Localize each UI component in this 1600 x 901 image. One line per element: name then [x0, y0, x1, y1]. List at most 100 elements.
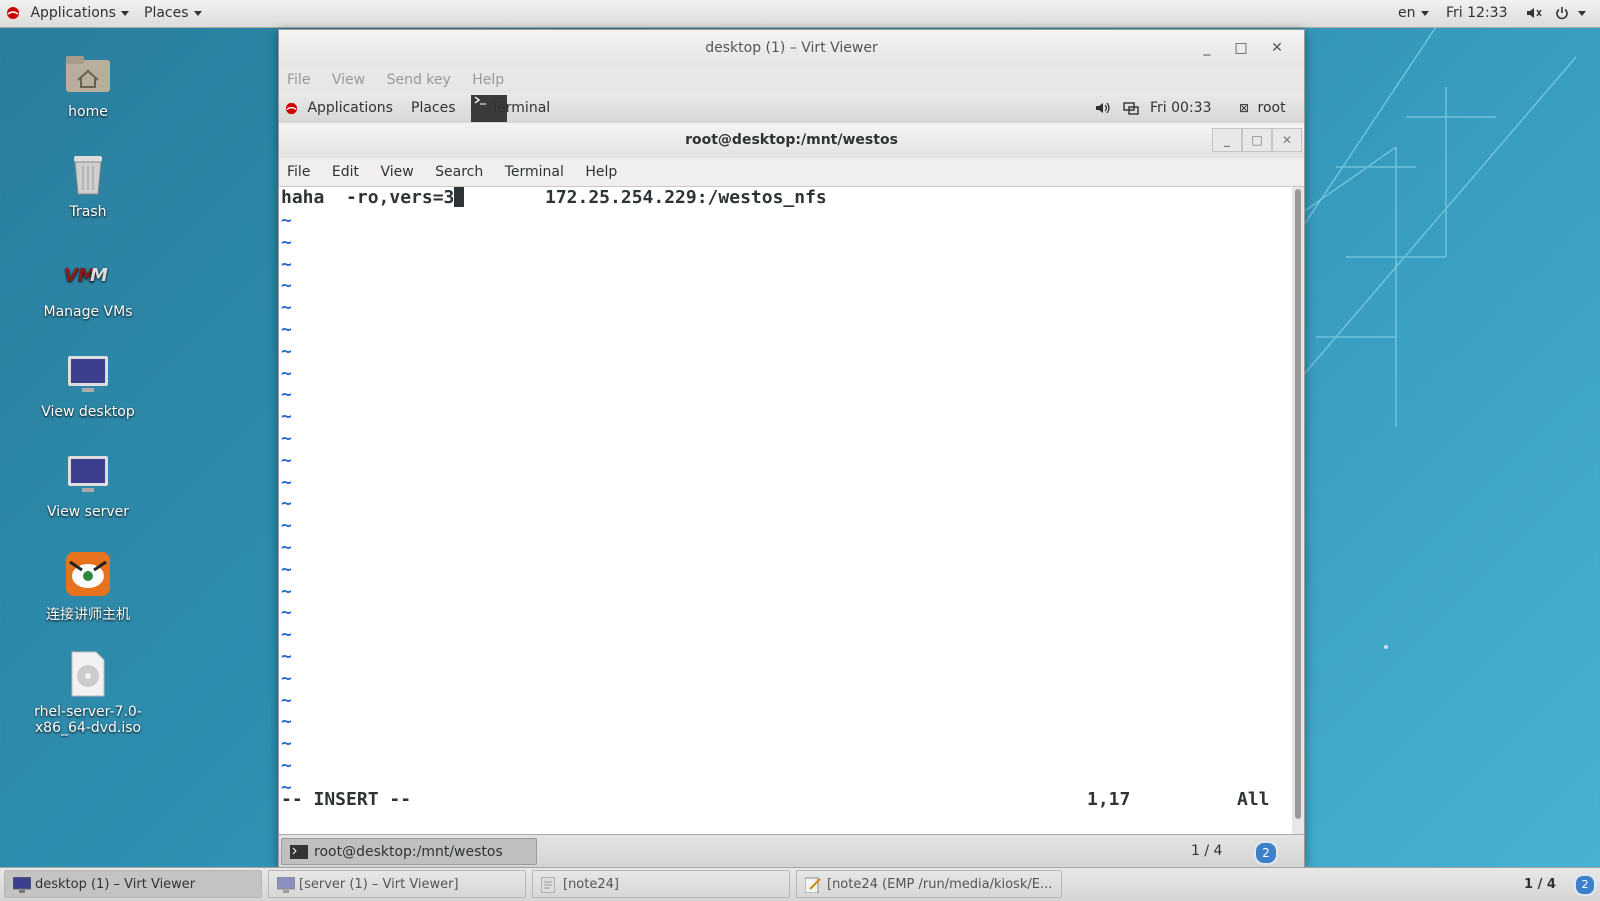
term-menu-terminal[interactable]: Terminal [505, 164, 564, 180]
task-desktop-virt-viewer[interactable]: desktop (1) – Virt Viewer [4, 870, 262, 898]
text-cursor [454, 187, 465, 207]
host-top-bar: Applications Places en Fri 12:33 [0, 0, 1600, 28]
guest-network-icon[interactable] [1123, 94, 1139, 123]
desktop-icon-label: View server [47, 504, 129, 520]
vim-tilde: ~ [281, 602, 292, 624]
vim-tilde: ~ [281, 515, 292, 537]
chevron-down-icon [120, 10, 129, 16]
terminal-icon [474, 96, 486, 105]
monitor-icon [64, 450, 112, 498]
menu-view[interactable]: View [332, 72, 365, 88]
terminal-scrollbar[interactable] [1292, 187, 1304, 834]
menu-help[interactable]: Help [472, 72, 504, 88]
trash-icon [64, 150, 112, 198]
terminal-minimize-button[interactable]: _ [1212, 128, 1242, 152]
terminal-titlebar[interactable]: root@desktop:/mnt/westos _ □ ✕ [279, 123, 1304, 158]
task-label: desktop (1) – Virt Viewer [35, 877, 196, 892]
vim-tilde: ~ [281, 667, 292, 689]
task-server-virt-viewer[interactable]: [server (1) – Virt Viewer] [268, 870, 526, 898]
vim-scroll-indicator: All [1237, 789, 1270, 810]
desktop-icon-manage-vms[interactable]: VM M Manage VMs [28, 250, 148, 320]
power-icon[interactable] [1555, 0, 1569, 27]
guest-task-terminal[interactable]: root@desktop:/mnt/westos [281, 838, 537, 865]
guest-applications-label: Applications [307, 100, 393, 116]
monitor-icon [64, 350, 112, 398]
desktop-icon-teacher-host[interactable]: 连接讲师主机 [28, 550, 148, 624]
text-editor-icon [805, 877, 821, 893]
monitor-icon [277, 877, 295, 893]
close-icon: ✕ [1271, 40, 1283, 56]
vim-tilde: ~ [281, 689, 292, 711]
desktop-icon-label: home [68, 104, 108, 120]
term-menu-edit[interactable]: Edit [332, 164, 359, 180]
vim-line-1: haha -ro,vers=3 [281, 187, 465, 209]
term-menu-search[interactable]: Search [435, 164, 483, 180]
vim-tilde: ~ [281, 646, 292, 667]
applications-menu[interactable]: Applications [6, 0, 129, 27]
task-note24[interactable]: [note24] [532, 870, 790, 898]
window-title: desktop (1) – Virt Viewer [705, 40, 878, 56]
desktop-icon-trash[interactable]: Trash [28, 150, 148, 220]
language-label: en [1398, 5, 1416, 21]
vim-tilde: ~ [281, 558, 292, 580]
terminal-close-button[interactable]: ✕ [1272, 128, 1302, 152]
vmm-icon: VM M [64, 250, 112, 298]
monitor-icon [13, 877, 31, 893]
menu-send-key[interactable]: Send key [387, 72, 451, 88]
redhat-logo-icon [285, 102, 298, 114]
guest-display[interactable]: Applications Places Terminal Fri 00:33 ⊠… [279, 94, 1304, 867]
close-button[interactable]: ✕ [1262, 30, 1292, 66]
terminal-maximize-button[interactable]: □ [1242, 128, 1272, 152]
vim-mode-indicator: -- INSERT -- [281, 789, 412, 810]
places-label: Places [144, 5, 189, 21]
language-selector[interactable]: en [1398, 0, 1429, 27]
desktop-icon-home[interactable]: home [28, 50, 148, 120]
line-options: haha -ro,vers=3 [281, 187, 455, 208]
term-menu-view[interactable]: View [380, 164, 413, 180]
term-menu-help[interactable]: Help [585, 164, 617, 180]
clock[interactable]: Fri 12:33 [1446, 0, 1507, 27]
task-label: [note24] [563, 877, 619, 892]
guest-volume-icon[interactable] [1095, 94, 1111, 123]
menu-file[interactable]: File [287, 72, 310, 88]
terminal-window: root@desktop:/mnt/westos _ □ ✕ File Edit… [279, 123, 1304, 834]
virt-viewer-window: desktop (1) – Virt Viewer _ □ ✕ File Vie… [278, 29, 1305, 868]
vim-cursor-position: 1,17 [1087, 789, 1131, 810]
desktop-icon-view-server[interactable]: View server [28, 450, 148, 520]
guest-user-menu[interactable]: ⊠ root [1239, 94, 1286, 123]
volume-icon[interactable] [1526, 0, 1542, 27]
maximize-button[interactable]: □ [1226, 30, 1256, 66]
vim-tilde: ~ [281, 275, 292, 297]
guest-workspace-indicator[interactable]: 1 / 4 [1191, 835, 1222, 867]
applications-label: Applications [30, 5, 116, 21]
vim-tilde: ~ [281, 231, 292, 253]
places-menu[interactable]: Places [144, 0, 202, 27]
guest-notification-badge[interactable]: 2 [1254, 841, 1278, 865]
guest-top-bar: Applications Places Terminal Fri 00:33 ⊠… [279, 94, 1304, 124]
term-menu-file[interactable]: File [287, 164, 310, 180]
host-workspace-indicator[interactable]: 1 / 4 [1524, 868, 1556, 901]
vim-tilde: ~ [281, 493, 292, 515]
guest-places-menu[interactable]: Places [411, 94, 456, 123]
window-titlebar[interactable]: desktop (1) – Virt Viewer _ □ ✕ [279, 30, 1304, 66]
task-note24-editor[interactable]: [note24 (EMP /run/media/kiosk/E... [796, 870, 1062, 898]
vim-tilde: ~ [281, 624, 292, 646]
host-notification-badge[interactable]: 2 [1574, 874, 1596, 896]
vim-tilde: ~ [281, 733, 292, 755]
terminal-text-area[interactable]: haha -ro,vers=3 172.25.254.229:/westos_n… [279, 187, 1292, 834]
vim-tilde: ~ [281, 340, 292, 362]
line-nfs-source: 172.25.254.229:/westos_nfs [545, 187, 827, 208]
vim-tilde: ~ [281, 537, 292, 558]
terminal-tab-label[interactable]: Terminal [491, 94, 550, 123]
scrollbar-thumb[interactable] [1295, 189, 1301, 819]
guest-applications-menu[interactable]: Applications [285, 94, 393, 123]
guest-clock[interactable]: Fri 00:33 [1150, 94, 1211, 123]
vim-tilde: ~ [281, 253, 292, 275]
chevron-down-icon[interactable] [1578, 0, 1586, 27]
desktop-icon-iso[interactable]: rhel-server-7.0-x86_64-dvd.iso [28, 650, 148, 736]
minimize-button[interactable]: _ [1192, 30, 1222, 66]
minimize-icon: _ [1203, 40, 1211, 56]
vim-tilde: ~ [281, 319, 292, 340]
vim-tilde: ~ [281, 711, 292, 733]
desktop-icon-view-desktop[interactable]: View desktop [28, 350, 148, 420]
